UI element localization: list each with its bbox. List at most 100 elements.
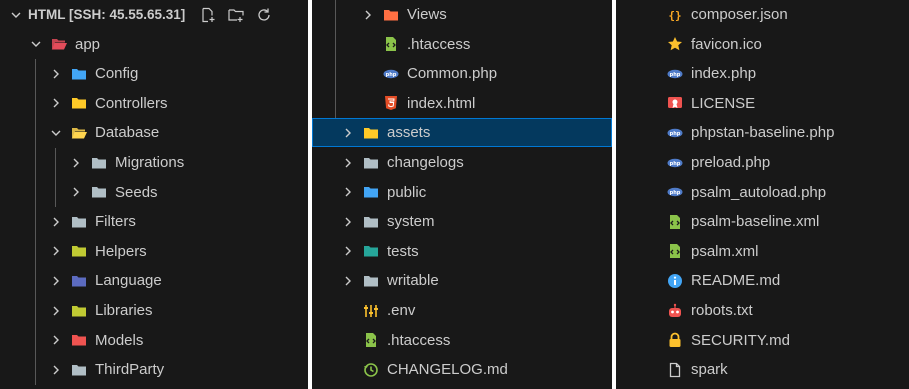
tree-folder-app[interactable]: app	[0, 30, 308, 59]
folder-helpers-icon	[70, 243, 88, 259]
explorer-header-actions	[199, 6, 273, 24]
tree-file-favicon-ico[interactable]: favicon.ico	[616, 30, 909, 59]
refresh-icon[interactable]	[255, 6, 273, 24]
indent-guide	[335, 0, 336, 119]
chevron-right-icon[interactable]	[48, 273, 64, 289]
chevron-right-icon[interactable]	[68, 155, 84, 171]
tree-file-index-php[interactable]: php index.php	[616, 59, 909, 88]
svg-text:{}: {}	[668, 9, 681, 22]
tree-folder-models[interactable]: Models	[0, 326, 308, 355]
htaccess-icon	[362, 332, 380, 348]
svg-text:php: php	[670, 190, 681, 196]
chevron-right-icon[interactable]	[48, 243, 64, 259]
tree-file-index-html[interactable]: index.html	[312, 89, 612, 118]
tree-folder-assets[interactable]: assets	[312, 118, 612, 148]
folder-icon	[90, 155, 108, 171]
tree-file-spark[interactable]: spark	[616, 355, 909, 384]
folder-tests-icon	[362, 243, 380, 259]
tree-file-changelog-md[interactable]: CHANGELOG.md	[312, 355, 612, 384]
folder-config-icon	[70, 66, 88, 82]
env-icon	[362, 303, 380, 319]
tree-folder-changelogs[interactable]: changelogs	[312, 148, 612, 177]
chevron-right-icon[interactable]	[48, 332, 64, 348]
new-folder-icon[interactable]	[227, 6, 245, 24]
tree-file-readme-md[interactable]: README.md	[616, 266, 909, 295]
chevron-right-icon[interactable]	[340, 243, 356, 259]
tree-file-htaccess[interactable]: .htaccess	[312, 326, 612, 355]
json-icon: {}	[666, 7, 684, 23]
svg-text:php: php	[670, 72, 681, 78]
tree-file-phpstan-baseline-php[interactable]: php phpstan-baseline.php	[616, 118, 909, 147]
tree-folder-helpers[interactable]: Helpers	[0, 237, 308, 266]
tree-item-label: README.md	[691, 272, 781, 290]
chevron-right-icon[interactable]	[340, 155, 356, 171]
svg-text:php: php	[670, 131, 681, 137]
chevron-right-icon[interactable]	[48, 362, 64, 378]
chevron-right-icon[interactable]	[340, 125, 356, 141]
php-icon: php	[666, 125, 684, 141]
xml-icon	[666, 243, 684, 259]
tree-file-robots-txt[interactable]: robots.txt	[616, 296, 909, 325]
php-icon: php	[666, 155, 684, 171]
tree-folder-thirdparty[interactable]: ThirdParty	[0, 355, 308, 384]
tree-item-label: Database	[95, 124, 160, 142]
tree-folder-system[interactable]: system	[312, 207, 612, 236]
tree-folder-seeds[interactable]: Seeds	[0, 178, 308, 207]
tree-item-label: app	[75, 35, 101, 53]
chevron-down-icon[interactable]	[8, 7, 24, 23]
chevron-down-icon[interactable]	[48, 125, 64, 141]
tree-folder-views[interactable]: Views	[312, 0, 612, 29]
tree-file-env[interactable]: .env	[312, 296, 612, 325]
tree-file-htaccess[interactable]: .htaccess	[312, 30, 612, 59]
chevron-right-icon[interactable]	[360, 7, 376, 23]
tree-folder-migrations[interactable]: Migrations	[0, 148, 308, 177]
tree-file-psalm-autoload-php[interactable]: php psalm_autoload.php	[616, 178, 909, 207]
tree-folder-config[interactable]: Config	[0, 59, 308, 88]
tree-folder-database[interactable]: Database	[0, 118, 308, 147]
tree-item-label: assets	[387, 124, 431, 142]
tree-file-psalm-xml[interactable]: psalm.xml	[616, 237, 909, 266]
tree-item-label: changelogs	[387, 154, 464, 171]
folder-libraries-icon	[70, 303, 88, 319]
new-file-icon[interactable]	[199, 6, 217, 24]
tree-item-label: Helpers	[95, 242, 147, 260]
svg-text:php: php	[670, 161, 681, 167]
tree-file-composer-json[interactable]: {} composer.json	[616, 0, 909, 29]
chevron-right-icon[interactable]	[340, 273, 356, 289]
tree-file-license[interactable]: LICENSE	[616, 89, 909, 118]
tree-file-preload-php[interactable]: php preload.php	[616, 148, 909, 177]
tree-folder-controllers[interactable]: Controllers	[0, 89, 308, 118]
tree-item-label: phpstan-baseline.php	[691, 124, 835, 142]
chevron-right-icon[interactable]	[68, 184, 84, 200]
htaccess-icon	[382, 36, 400, 52]
tree-file-common-php[interactable]: php Common.php	[312, 59, 612, 88]
chevron-right-icon[interactable]	[48, 95, 64, 111]
tree-file-security-md[interactable]: SECURITY.md	[616, 326, 909, 355]
php-icon: php	[666, 184, 684, 200]
chevron-right-icon[interactable]	[340, 214, 356, 230]
tree-folder-filters[interactable]: Filters	[0, 207, 308, 236]
chevron-right-icon[interactable]	[48, 66, 64, 82]
indent-guide	[35, 59, 36, 385]
star-icon	[666, 36, 684, 52]
tree-file-psalm-baseline-xml[interactable]: psalm-baseline.xml	[616, 207, 909, 236]
tree-folder-public[interactable]: public	[312, 178, 612, 207]
tree-folder-tests[interactable]: tests	[312, 237, 612, 266]
file-icon	[666, 362, 684, 378]
tree-item-label: Views	[407, 6, 447, 23]
explorer-root[interactable]: HTML [SSH: 45.55.65.31]	[0, 0, 308, 29]
tree-folder-writable[interactable]: writable	[312, 266, 612, 295]
chevron-right-icon[interactable]	[340, 184, 356, 200]
chevron-right-icon[interactable]	[48, 303, 64, 319]
php-icon: php	[382, 66, 400, 82]
folder-icon	[362, 273, 380, 289]
tree-item-label: tests	[387, 242, 419, 260]
tree-folder-language[interactable]: Language	[0, 266, 308, 295]
tree-folder-libraries[interactable]: Libraries	[0, 296, 308, 325]
tree-item-label: LICENSE	[691, 94, 756, 112]
folder-models-icon	[70, 332, 88, 348]
chevron-down-icon[interactable]	[28, 36, 44, 52]
explorer-column-3: {} composer.json favicon.ico php index.php LI…	[616, 0, 909, 389]
folder-app-icon	[50, 36, 68, 52]
chevron-right-icon[interactable]	[48, 214, 64, 230]
